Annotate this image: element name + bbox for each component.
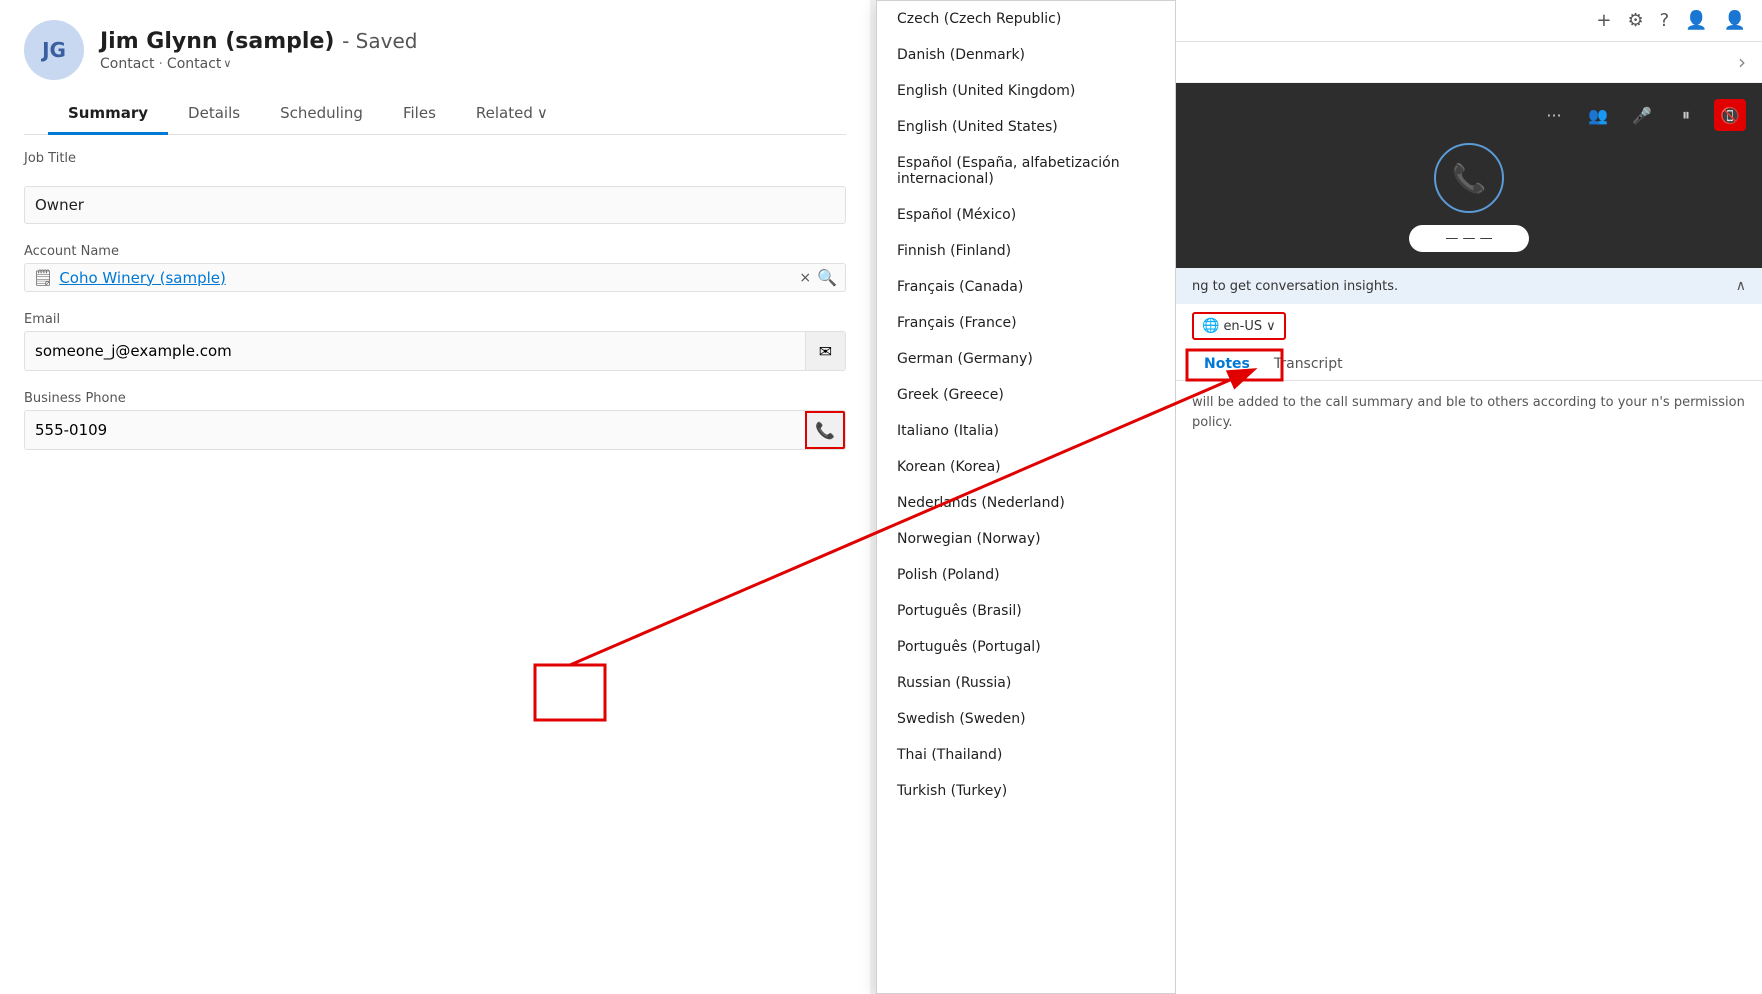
phone-in-call-icon: 📞 xyxy=(1452,162,1487,195)
account-field-value: 🗒 Coho Winery (sample) × 🔍 xyxy=(24,263,846,292)
call-avatar-circle: 📞 xyxy=(1434,143,1504,213)
tab-notes[interactable]: Notes xyxy=(1192,348,1262,380)
collapse-icon[interactable]: ∧ xyxy=(1736,278,1746,294)
contact-identity: JG Jim Glynn (sample) - Saved Contact · … xyxy=(24,20,846,80)
lang-selector[interactable]: 🌐 en-US ∨ xyxy=(1192,312,1286,340)
email-label: Email xyxy=(24,312,846,327)
phone-call-button[interactable]: 📞 xyxy=(805,411,845,449)
lang-finnish[interactable]: Finnish (Finland) xyxy=(877,233,1175,269)
personas-icon[interactable]: 👤 xyxy=(1685,10,1707,31)
lang-portuguese-pt[interactable]: Português (Portugal) xyxy=(877,629,1175,665)
notes-content: will be added to the call summary and bl… xyxy=(1176,381,1762,444)
notes-body-text: will be added to the call summary and bl… xyxy=(1192,395,1745,430)
contact-header: JG Jim Glynn (sample) - Saved Contact · … xyxy=(0,0,870,135)
tab-summary[interactable]: Summary xyxy=(48,92,168,134)
lang-english-uk[interactable]: English (United Kingdom) xyxy=(877,73,1175,109)
more-options-icon[interactable]: ··· xyxy=(1538,99,1570,131)
owner-field: Owner xyxy=(24,186,846,224)
form-content: Job Title Owner Account Name 🗒 Coho Wine… xyxy=(0,135,870,994)
lang-thai[interactable]: Thai (Thailand) xyxy=(877,737,1175,773)
tabs-bar: Summary Details Scheduling Files Related… xyxy=(24,92,846,135)
account-link[interactable]: Coho Winery (sample) xyxy=(59,269,793,287)
insights-bar: ng to get conversation insights. ∧ xyxy=(1176,268,1762,304)
tab-scheduling[interactable]: Scheduling xyxy=(260,92,383,134)
call-panel: + ⚙ ? 👤 👤 › ··· 👥 🎤 ⏸ 📵 📞 — — — ng to ge… xyxy=(1176,0,1762,994)
pause-icon[interactable]: ⏸ xyxy=(1670,99,1702,131)
language-dropdown[interactable]: Czech (Czech Republic) Danish (Denmark) … xyxy=(876,0,1176,994)
avatar: JG xyxy=(24,20,84,80)
lang-german[interactable]: German (Germany) xyxy=(877,341,1175,377)
lang-espanol-es[interactable]: Español (España, alfabetización internac… xyxy=(877,145,1175,197)
phone-value: 555-0109 xyxy=(25,413,805,447)
breadcrumb-sep: · xyxy=(158,56,162,72)
lang-norwegian[interactable]: Norwegian (Norway) xyxy=(877,521,1175,557)
end-call-icon[interactable]: 📵 xyxy=(1714,99,1746,131)
active-call-area: ··· 👥 🎤 ⏸ 📵 📞 — — — xyxy=(1176,83,1762,268)
add-icon[interactable]: + xyxy=(1596,10,1611,31)
breadcrumb: Contact · Contact ∨ xyxy=(100,56,417,72)
lang-korean[interactable]: Korean (Korea) xyxy=(877,449,1175,485)
lang-value: en-US xyxy=(1223,319,1262,334)
lang-turkish[interactable]: Turkish (Turkey) xyxy=(877,773,1175,809)
phone-field-value: 555-0109 📞 xyxy=(24,410,846,450)
saved-label: - Saved xyxy=(342,29,417,53)
call-topbar: + ⚙ ? 👤 👤 xyxy=(1176,0,1762,42)
chevron-down-icon: ∨ xyxy=(537,104,548,122)
crm-panel: JG Jim Glynn (sample) - Saved Contact · … xyxy=(0,0,870,994)
lang-dutch[interactable]: Nederlands (Nederland) xyxy=(877,485,1175,521)
tab-details[interactable]: Details xyxy=(168,92,260,134)
user-settings-icon[interactable]: 👤 xyxy=(1724,10,1746,31)
lang-polish[interactable]: Polish (Poland) xyxy=(877,557,1175,593)
lang-danish[interactable]: Danish (Denmark) xyxy=(877,37,1175,73)
contact-type-dropdown[interactable]: Contact ∨ xyxy=(167,56,232,72)
caller-name: — — — xyxy=(1445,231,1492,246)
email-field-value: someone_j@example.com ✉ xyxy=(24,331,846,371)
lang-english-us[interactable]: English (United States) xyxy=(877,109,1175,145)
account-clear-button[interactable]: × xyxy=(799,270,811,286)
chevron-down-icon: ∨ xyxy=(223,57,231,70)
lang-chevron-icon: ∨ xyxy=(1266,319,1276,334)
lang-russian[interactable]: Russian (Russia) xyxy=(877,665,1175,701)
lang-french-ca[interactable]: Français (Canada) xyxy=(877,269,1175,305)
help-icon[interactable]: ? xyxy=(1660,10,1670,31)
tab-related[interactable]: Related ∨ xyxy=(456,92,568,134)
phone-label: Business Phone xyxy=(24,391,846,406)
account-name-label: Account Name xyxy=(24,244,846,259)
account-icon: 🗒 xyxy=(33,268,53,287)
lang-portuguese-br[interactable]: Português (Brasil) xyxy=(877,593,1175,629)
settings-icon[interactable]: ⚙ xyxy=(1627,10,1643,31)
participants-icon[interactable]: 👥 xyxy=(1582,99,1614,131)
tab-transcript[interactable]: Transcript xyxy=(1262,348,1355,380)
job-title-label: Job Title xyxy=(24,151,846,166)
lang-italiano[interactable]: Italiano (Italia) xyxy=(877,413,1175,449)
tab-files[interactable]: Files xyxy=(383,92,456,134)
email-icon: ✉ xyxy=(819,342,832,361)
contact-name: Jim Glynn (sample) - Saved xyxy=(100,29,417,54)
notes-tabs: Notes Transcript xyxy=(1176,348,1762,381)
mic-icon[interactable]: 🎤 xyxy=(1626,99,1658,131)
email-value: someone_j@example.com xyxy=(25,334,805,368)
business-phone-field: Business Phone 555-0109 📞 xyxy=(24,391,846,450)
lang-selector-bar: 🌐 en-US ∨ xyxy=(1176,304,1762,348)
lang-espanol-mx[interactable]: Español (México) xyxy=(877,197,1175,233)
call-controls: ··· 👥 🎤 ⏸ 📵 xyxy=(1192,99,1746,131)
account-search-button[interactable]: 🔍 xyxy=(817,268,837,287)
email-field: Email someone_j@example.com ✉ xyxy=(24,312,846,371)
contact-info: Jim Glynn (sample) - Saved Contact · Con… xyxy=(100,29,417,72)
account-name-field: Account Name 🗒 Coho Winery (sample) × 🔍 xyxy=(24,244,846,292)
email-button[interactable]: ✉ xyxy=(805,332,845,370)
call-name-bar: — — — xyxy=(1409,225,1529,252)
lang-french-fr[interactable]: Français (France) xyxy=(877,305,1175,341)
owner-value: Owner xyxy=(24,186,846,224)
globe-icon: 🌐 xyxy=(1202,318,1219,334)
lang-swedish[interactable]: Swedish (Sweden) xyxy=(877,701,1175,737)
lang-czech[interactable]: Czech (Czech Republic) xyxy=(877,1,1175,37)
call-nav: › xyxy=(1176,42,1762,83)
insights-text: ng to get conversation insights. xyxy=(1192,279,1398,294)
nav-arrow-right[interactable]: › xyxy=(1738,50,1746,74)
job-title-field: Job Title xyxy=(24,151,846,166)
phone-icon: 📞 xyxy=(815,421,835,440)
lang-greek[interactable]: Greek (Greece) xyxy=(877,377,1175,413)
contact-type1: Contact xyxy=(100,56,154,72)
